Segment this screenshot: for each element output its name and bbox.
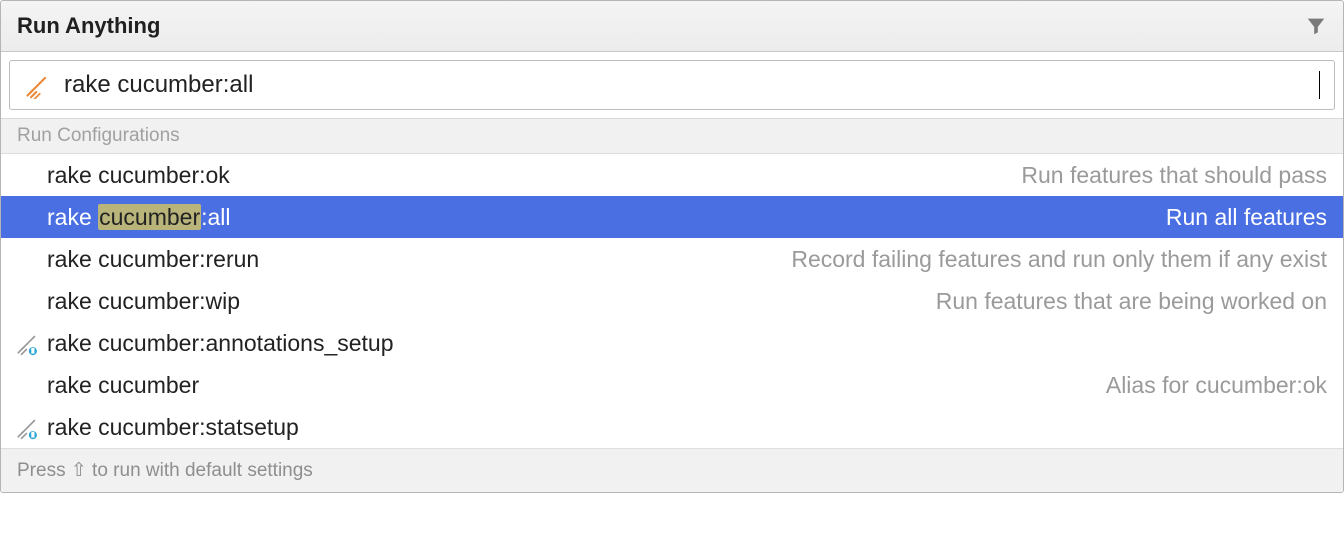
result-row[interactable]: rake cucumber Alias for cucumber:ok: [1, 364, 1343, 406]
result-row[interactable]: rake cucumber:rerun Record failing featur…: [1, 238, 1343, 280]
match-highlight: cucumber: [98, 204, 201, 230]
section-header: Run Configurations: [1, 119, 1343, 154]
hint-post: to run with default settings: [87, 460, 313, 481]
hint-pre: Press: [17, 460, 71, 481]
search-row: rake cucumber:all: [1, 52, 1343, 119]
command-description: Run all features: [1166, 204, 1327, 231]
command-text: rake cucumber:all: [47, 204, 231, 231]
search-box[interactable]: rake cucumber:all: [9, 60, 1335, 110]
command-text: rake cucumber:rerun: [47, 246, 259, 273]
footer-hint: Press ⇧ to run with default settings: [1, 448, 1343, 492]
command-description: Run features that should pass: [1021, 162, 1327, 189]
command-text: rake cucumber:wip: [47, 288, 240, 315]
text-caret: [1319, 71, 1320, 99]
result-row[interactable]: rake cucumber:all Run all features: [1, 196, 1343, 238]
shift-key: ⇧: [71, 460, 87, 481]
command-description: Alias for cucumber:ok: [1106, 372, 1327, 399]
result-row[interactable]: rake cucumber:annotations_setup: [1, 322, 1343, 364]
command-description: Record failing features and run only the…: [791, 246, 1327, 273]
rake-icon: [24, 71, 52, 99]
window-title: Run Anything: [17, 13, 160, 39]
search-input[interactable]: rake cucumber:all: [64, 71, 1319, 99]
rake-config-icon: [15, 414, 47, 440]
results-list: rake cucumber:ok Run features that should…: [1, 154, 1343, 448]
result-row[interactable]: rake cucumber:statsetup: [1, 406, 1343, 448]
filter-icon[interactable]: [1305, 15, 1327, 37]
rake-config-icon: [15, 330, 47, 356]
result-row[interactable]: rake cucumber:wip Run features that are b…: [1, 280, 1343, 322]
header-bar: Run Anything: [1, 1, 1343, 52]
command-text: rake cucumber:ok: [47, 162, 230, 189]
result-row[interactable]: rake cucumber:ok Run features that should…: [1, 154, 1343, 196]
command-text: rake cucumber:annotations_setup: [47, 330, 394, 357]
run-anything-window: Run Anything rake cucumber:all Run Confi…: [0, 0, 1344, 493]
command-description: Run features that are being worked on: [936, 288, 1327, 315]
command-text: rake cucumber:statsetup: [47, 414, 299, 441]
command-text: rake cucumber: [47, 372, 199, 399]
